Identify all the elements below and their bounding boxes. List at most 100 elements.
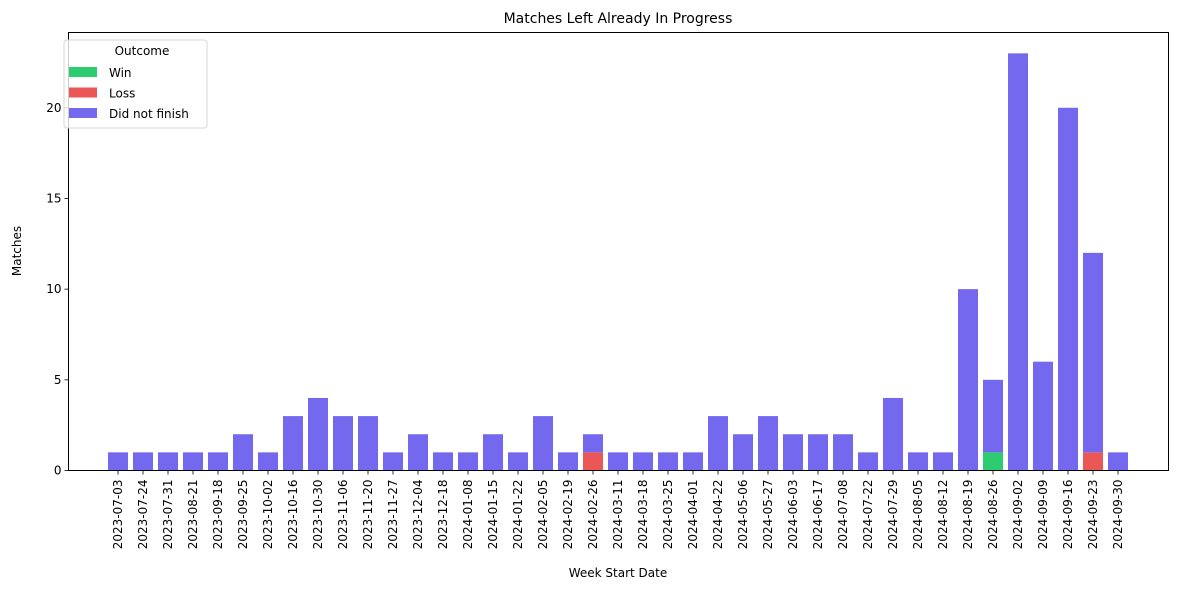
bar-did-not-finish-2023-09-25 bbox=[233, 434, 253, 471]
x-tick-label: 2024-07-22 bbox=[861, 480, 875, 550]
x-tick-label: 2024-09-30 bbox=[1111, 480, 1125, 550]
bar-loss-2024-02-26 bbox=[583, 452, 603, 471]
y-tick-label: 5 bbox=[54, 373, 62, 387]
x-tick-label: 2023-07-03 bbox=[111, 480, 125, 550]
x-tick-label: 2023-10-02 bbox=[261, 480, 275, 550]
x-tick-label: 2024-09-02 bbox=[1011, 480, 1025, 550]
x-tick-label: 2024-06-03 bbox=[786, 480, 800, 550]
legend-swatch-loss bbox=[69, 87, 97, 98]
x-tick-label: 2023-09-18 bbox=[211, 480, 225, 550]
legend-label-did-not-finish: Did not finish bbox=[109, 107, 189, 121]
bar-did-not-finish-2023-09-18 bbox=[208, 452, 228, 471]
y-tick-label: 0 bbox=[54, 464, 62, 478]
bar-did-not-finish-2024-04-01 bbox=[683, 452, 703, 471]
x-tick-label: 2023-08-21 bbox=[186, 480, 200, 550]
bar-did-not-finish-2024-07-08 bbox=[833, 434, 853, 471]
x-tick-label: 2023-07-24 bbox=[136, 480, 150, 550]
bar-did-not-finish-2023-11-27 bbox=[383, 452, 403, 471]
y-tick-label: 15 bbox=[46, 191, 61, 205]
bar-did-not-finish-2024-08-26 bbox=[983, 379, 1003, 453]
legend-swatch-did-not-finish bbox=[69, 108, 97, 118]
x-tick-label: 2024-05-27 bbox=[761, 480, 775, 550]
x-axis: 2023-07-03 2023-07-24 2023-07-31 2023-08-21… bbox=[111, 470, 1125, 550]
bar-did-not-finish-2024-09-02 bbox=[1008, 53, 1028, 471]
bar-loss-2024-09-23 bbox=[1083, 452, 1103, 471]
bar-did-not-finish-2024-04-22 bbox=[708, 416, 728, 471]
chart-title: Matches Left Already In Progress bbox=[504, 11, 733, 27]
bar-did-not-finish-2024-02-19 bbox=[558, 452, 578, 471]
bar-did-not-finish-2024-02-05 bbox=[533, 416, 553, 471]
x-tick-label: 2024-07-29 bbox=[886, 480, 900, 550]
x-tick-label: 2024-04-01 bbox=[686, 480, 700, 550]
bar-did-not-finish-2023-10-30 bbox=[308, 397, 328, 471]
x-tick-label: 2024-02-05 bbox=[536, 480, 550, 550]
bar-did-not-finish-2024-03-18 bbox=[633, 452, 653, 471]
bar-did-not-finish-2024-08-12 bbox=[933, 452, 953, 471]
bar-did-not-finish-2024-01-15 bbox=[483, 434, 503, 471]
x-tick-label: 2024-04-22 bbox=[711, 480, 725, 550]
bar-did-not-finish-2023-10-02 bbox=[258, 452, 278, 471]
y-axis: 0 5 10 15 20 bbox=[46, 101, 69, 478]
bar-did-not-finish-2024-07-22 bbox=[858, 452, 878, 471]
bar-did-not-finish-2024-09-23 bbox=[1083, 252, 1103, 453]
x-tick-label: 2024-03-11 bbox=[611, 480, 625, 550]
x-tick-label: 2024-01-08 bbox=[461, 480, 475, 550]
bar-did-not-finish-2023-07-03 bbox=[108, 452, 128, 471]
bar-did-not-finish-2024-03-25 bbox=[658, 452, 678, 471]
bar-did-not-finish-2023-12-04 bbox=[408, 434, 428, 471]
plot-frame bbox=[68, 32, 1169, 471]
bar-did-not-finish-2024-05-06 bbox=[733, 434, 753, 471]
bar-did-not-finish-2024-03-11 bbox=[608, 452, 628, 471]
bar-did-not-finish-2024-06-17 bbox=[808, 434, 828, 471]
bar-did-not-finish-2023-07-24 bbox=[133, 452, 153, 471]
bar-did-not-finish-2024-08-19 bbox=[958, 289, 978, 471]
chart: Matches Left Already In Progress 0 5 10 15 2… bbox=[10, 11, 1169, 580]
x-tick-label: 2023-07-31 bbox=[161, 480, 175, 550]
x-tick-label: 2023-11-06 bbox=[336, 480, 350, 550]
bar-did-not-finish-2023-11-20 bbox=[358, 416, 378, 471]
x-tick-label: 2024-08-19 bbox=[961, 480, 975, 550]
x-tick-label: 2023-11-27 bbox=[386, 480, 400, 550]
x-tick-label: 2024-09-23 bbox=[1086, 480, 1100, 550]
legend: Outcome Win Loss Did not finish bbox=[63, 39, 208, 129]
bar-did-not-finish-2023-08-21 bbox=[183, 452, 203, 471]
bar-did-not-finish-2024-09-30 bbox=[1108, 452, 1128, 471]
y-tick-label: 20 bbox=[46, 101, 61, 115]
bar-did-not-finish-2024-06-03 bbox=[783, 434, 803, 471]
bar-did-not-finish-2024-08-05 bbox=[908, 452, 928, 471]
x-tick-label: 2024-03-18 bbox=[636, 480, 650, 550]
x-tick-label: 2023-12-18 bbox=[436, 480, 450, 550]
x-tick-label: 2024-09-16 bbox=[1061, 480, 1075, 550]
legend-label-loss: Loss bbox=[109, 87, 135, 101]
bar-did-not-finish-2024-01-08 bbox=[458, 452, 478, 471]
x-tick-label: 2024-01-22 bbox=[511, 480, 525, 550]
bar-did-not-finish-2024-01-22 bbox=[508, 452, 528, 471]
bars-group bbox=[108, 53, 1128, 471]
bar-did-not-finish-2024-02-26 bbox=[583, 434, 603, 453]
bar-did-not-finish-2023-11-06 bbox=[333, 416, 353, 471]
x-tick-label: 2023-09-25 bbox=[236, 480, 250, 550]
x-tick-label: 2024-03-25 bbox=[661, 480, 675, 550]
y-tick-label: 10 bbox=[46, 282, 61, 296]
bar-win-2024-08-26 bbox=[983, 452, 1003, 471]
y-axis-label: Matches bbox=[10, 226, 24, 276]
bar-did-not-finish-2024-05-27 bbox=[758, 416, 778, 471]
x-tick-label: 2024-06-17 bbox=[811, 480, 825, 550]
x-tick-label: 2024-08-12 bbox=[936, 480, 950, 550]
x-tick-label: 2024-08-05 bbox=[911, 480, 925, 550]
legend-title: Outcome bbox=[115, 44, 170, 58]
x-tick-label: 2023-10-16 bbox=[286, 480, 300, 550]
x-tick-label: 2023-11-20 bbox=[361, 480, 375, 550]
x-axis-label: Week Start Date bbox=[569, 566, 668, 580]
x-tick-label: 2023-10-30 bbox=[311, 480, 325, 550]
bar-did-not-finish-2024-09-09 bbox=[1033, 361, 1053, 471]
x-tick-label: 2024-07-08 bbox=[836, 480, 850, 550]
x-tick-label: 2023-12-04 bbox=[411, 480, 425, 550]
x-tick-label: 2024-02-26 bbox=[586, 480, 600, 550]
x-tick-label: 2024-09-09 bbox=[1036, 480, 1050, 550]
x-tick-label: 2024-08-26 bbox=[986, 480, 1000, 550]
legend-label-win: Win bbox=[109, 66, 132, 80]
bar-did-not-finish-2023-10-16 bbox=[283, 416, 303, 471]
x-tick-label: 2024-02-19 bbox=[561, 480, 575, 550]
bar-did-not-finish-2023-07-31 bbox=[158, 452, 178, 471]
